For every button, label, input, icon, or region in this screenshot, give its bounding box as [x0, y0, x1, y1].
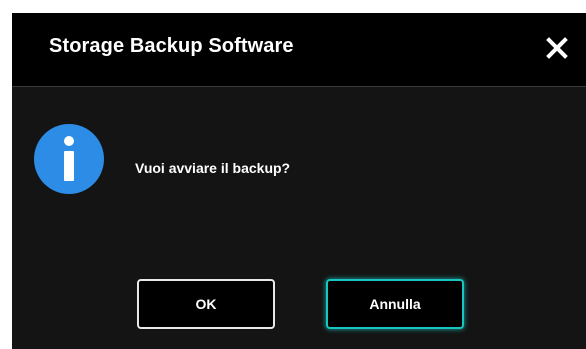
dialog-message: Vuoi avviare il backup?	[135, 160, 291, 176]
info-icon	[34, 124, 104, 194]
cancel-button-label: Annulla	[369, 296, 421, 312]
ok-button[interactable]: OK	[137, 279, 275, 329]
close-button[interactable]	[540, 31, 574, 65]
dialog-title: Storage Backup Software	[49, 35, 294, 57]
cancel-button[interactable]: Annulla	[326, 279, 464, 329]
dialog-window: Storage Backup Software Vuoi avviare il …	[12, 13, 586, 349]
dialog-titlebar: Storage Backup Software	[12, 13, 586, 87]
ok-button-label: OK	[195, 296, 217, 312]
close-icon	[546, 37, 568, 59]
